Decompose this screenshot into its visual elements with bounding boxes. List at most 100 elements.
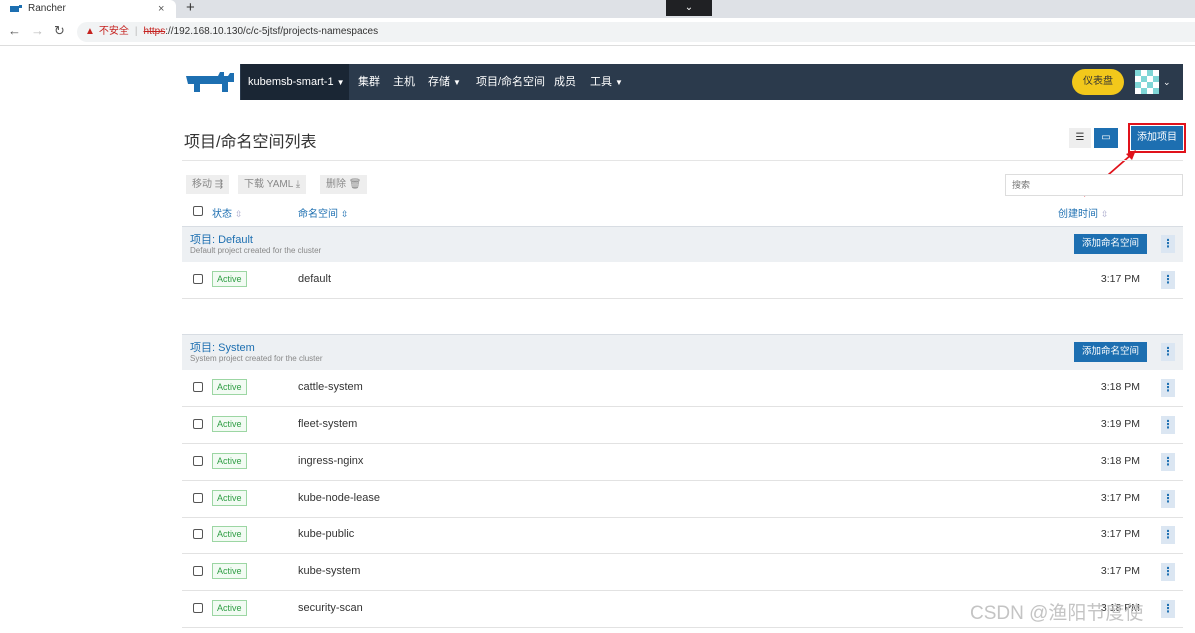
created-time: 3:17 PM	[1100, 565, 1140, 577]
search-input[interactable]	[1005, 174, 1183, 196]
move-icon: ⇶	[214, 179, 224, 190]
namespace-name: security-scan	[298, 602, 363, 614]
status-badge: Active	[212, 490, 247, 506]
group-view-toggle-icon[interactable]: ▭	[1094, 128, 1118, 148]
url-path: ://192.168.10.130/c/c-5jtsf/projects-nam…	[165, 26, 379, 37]
namespace-name: default	[298, 273, 332, 285]
row-checkbox[interactable]	[193, 456, 203, 466]
row-checkbox[interactable]	[193, 274, 203, 284]
namespace-name: ingress-nginx	[298, 455, 364, 467]
project-title[interactable]: 项目: Default	[190, 231, 253, 247]
add-namespace-button[interactable]: 添加命名空间	[1074, 342, 1147, 362]
url-input[interactable]: ▲ 不安全 | https://192.168.10.130/c/c-5jtsf/pr…	[77, 22, 1195, 42]
warning-icon: ▲	[85, 26, 95, 37]
more-actions-icon[interactable]: ⋮	[1161, 490, 1175, 508]
project-group-default: 项目: Default Default project created for …	[182, 226, 1183, 262]
delete-button[interactable]: 删除 🗑	[320, 175, 368, 194]
column-header-state[interactable]: 状态 ⇳	[212, 205, 243, 220]
namespace-name: fleet-system	[298, 418, 358, 430]
more-actions-icon[interactable]: ⋮	[1161, 343, 1175, 361]
tab-title: Rancher	[28, 3, 66, 14]
cluster-selector[interactable]: kubemsb-smart-1 ▼	[241, 64, 349, 100]
divider	[182, 160, 1183, 161]
download-icon: ⤓	[295, 179, 301, 190]
nav-projects-namespaces[interactable]: 项目/命名空间	[476, 64, 545, 100]
more-actions-icon[interactable]: ⋮	[1161, 526, 1175, 544]
nav-hosts[interactable]: 主机	[393, 64, 415, 100]
created-time: 3:18 PM	[1100, 455, 1140, 467]
chevron-down-icon[interactable]: ⌄	[666, 0, 712, 16]
rancher-logo[interactable]	[182, 64, 240, 100]
close-icon[interactable]: ×	[158, 0, 164, 18]
chevron-down-icon: ▼	[453, 78, 461, 87]
rancher-logo-icon	[186, 72, 234, 92]
browser-tabbar: Rancher × + ⌄	[0, 0, 1195, 18]
more-actions-icon[interactable]: ⋮	[1161, 235, 1175, 253]
add-project-button[interactable]: 添加项目	[1128, 123, 1186, 153]
row-checkbox[interactable]	[193, 566, 203, 576]
namespace-name: kube-system	[298, 565, 361, 577]
nav-tools[interactable]: 工具 ▼	[590, 64, 623, 101]
add-namespace-button[interactable]: 添加命名空间	[1074, 234, 1147, 254]
column-header-created[interactable]: 创建时间 ⇳	[1058, 205, 1109, 220]
row-checkbox[interactable]	[193, 382, 203, 392]
status-badge: Active	[212, 271, 247, 287]
status-badge: Active	[212, 453, 247, 469]
nav-storage[interactable]: 存储 ▼	[428, 64, 461, 101]
insecure-label: 不安全	[98, 26, 129, 37]
row-checkbox[interactable]	[193, 493, 203, 503]
rancher-favicon-icon	[10, 5, 22, 12]
list-view-toggle-icon[interactable]: ☰	[1069, 128, 1091, 148]
status-badge: Active	[212, 563, 247, 579]
sort-icon: ⇳	[235, 209, 243, 219]
created-time: 3:17 PM	[1100, 273, 1140, 285]
sort-icon: ⇳	[1101, 209, 1109, 219]
page-title: 项目/命名空间列表	[184, 134, 317, 151]
back-arrow-icon[interactable]: ←	[8, 23, 21, 38]
trash-icon: 🗑	[348, 179, 362, 190]
more-actions-icon[interactable]: ⋮	[1161, 271, 1175, 289]
table-row: Active cattle-system 3:18 PM ⋮	[182, 370, 1183, 407]
namespace-name: cattle-system	[298, 381, 363, 393]
more-actions-icon[interactable]: ⋮	[1161, 416, 1175, 434]
download-yaml-button[interactable]: 下载 YAML ⤓	[238, 175, 307, 194]
move-button[interactable]: 移动 ⇶	[186, 175, 230, 194]
new-tab-button[interactable]: +	[186, 0, 195, 16]
table-row: Active default 3:17 PM ⋮	[182, 262, 1183, 299]
project-title[interactable]: 项目: System	[190, 339, 255, 355]
project-description: System project created for the cluster	[190, 354, 323, 363]
sort-icon: ⇳	[341, 209, 349, 219]
status-badge: Active	[212, 379, 247, 395]
url-scheme: https	[143, 26, 166, 37]
reload-icon[interactable]: ↻	[54, 23, 65, 39]
table-row: Active kube-public 3:17 PM ⋮	[182, 517, 1183, 554]
status-badge: Active	[212, 416, 247, 432]
more-actions-icon[interactable]: ⋮	[1161, 453, 1175, 471]
select-all-checkbox[interactable]	[193, 206, 203, 216]
more-actions-icon[interactable]: ⋮	[1161, 563, 1175, 581]
chevron-down-icon: ▼	[615, 78, 623, 87]
table-row: Active fleet-system 3:19 PM ⋮	[182, 407, 1183, 444]
created-time: 3:18 PM	[1100, 381, 1140, 393]
status-badge: Active	[212, 526, 247, 542]
status-badge: Active	[212, 600, 247, 616]
column-header-namespace[interactable]: 命名空间 ⇳	[298, 205, 349, 220]
dashboard-button[interactable]: 仪表盘	[1072, 69, 1124, 95]
row-checkbox[interactable]	[193, 419, 203, 429]
avatar[interactable]	[1135, 70, 1159, 94]
namespace-name: kube-node-lease	[298, 492, 380, 504]
chevron-down-icon: ▼	[336, 78, 345, 87]
row-checkbox[interactable]	[193, 603, 203, 613]
nav-clusters[interactable]: 集群	[358, 64, 380, 100]
row-checkbox[interactable]	[193, 529, 203, 539]
created-time: 3:19 PM	[1100, 418, 1140, 430]
forward-arrow-icon[interactable]: →	[31, 23, 44, 38]
table-row: Active ingress-nginx 3:18 PM ⋮	[182, 444, 1183, 481]
nav-members[interactable]: 成员	[554, 64, 576, 100]
more-actions-icon[interactable]: ⋮	[1161, 600, 1175, 618]
chevron-down-icon[interactable]: ⌄	[1163, 64, 1171, 100]
more-actions-icon[interactable]: ⋮	[1161, 379, 1175, 397]
table-row: Active kube-system 3:17 PM ⋮	[182, 554, 1183, 591]
browser-tab[interactable]: Rancher ×	[0, 0, 176, 18]
table-row: Active kube-node-lease 3:17 PM ⋮	[182, 481, 1183, 518]
